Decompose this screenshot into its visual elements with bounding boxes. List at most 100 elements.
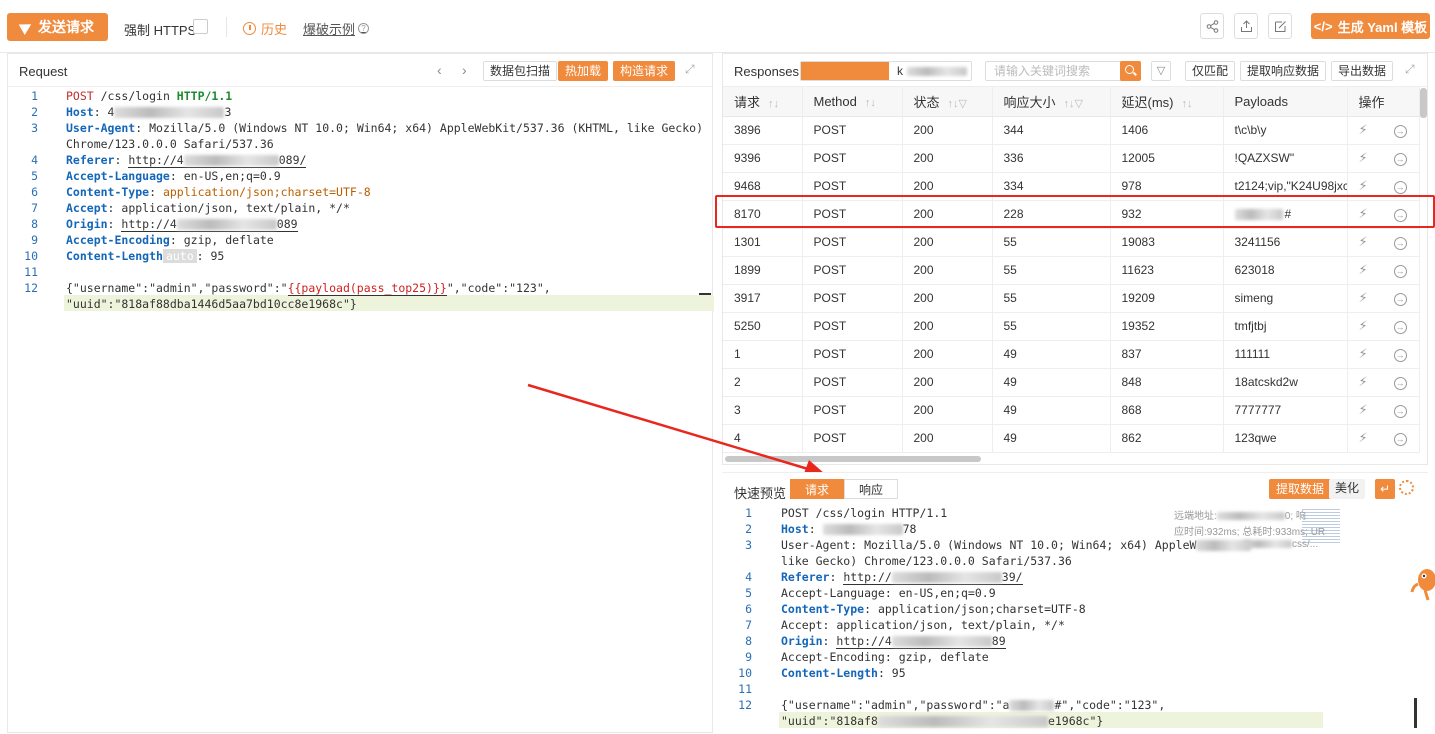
request-editor[interactable]: 1 POST /css/login HTTP/1.1 2 Host: 43 3 … — [8, 88, 708, 328]
filter-option-label: k — [897, 64, 903, 78]
table-row[interactable]: 1 POST 200 49 837 111111 ⚡ → — [723, 340, 1420, 369]
bolt-icon[interactable]: ⚡ — [1359, 150, 1368, 165]
cell-payload-text: 111111 — [1234, 347, 1271, 361]
filter-icon[interactable]: ▽ — [1151, 61, 1171, 81]
cell-status-text: 200 — [913, 235, 934, 249]
force-https-checkbox[interactable] — [193, 19, 208, 34]
arrow-right-circle-icon[interactable]: → — [1393, 237, 1407, 250]
cell-status-text: 200 — [913, 123, 934, 137]
cell-status: 200 — [902, 340, 993, 369]
bolt-icon[interactable]: ⚡ — [1359, 318, 1368, 333]
cell-method: POST — [802, 228, 903, 257]
search-icon[interactable] — [1120, 61, 1141, 81]
col-request[interactable]: 请求 ↑↓ — [723, 87, 803, 117]
send-request-button[interactable]: 发送请求 — [7, 13, 108, 41]
keyword-search-input[interactable]: 请输入关键词搜索 — [985, 61, 1138, 81]
tab-response[interactable]: 响应 — [844, 479, 898, 499]
col-latency[interactable]: 延迟(ms) ↑↓ — [1110, 87, 1224, 117]
filter-option-inactive[interactable]: k — [889, 62, 971, 80]
chevron-right-icon[interactable]: › — [462, 62, 467, 78]
export-button[interactable] — [1234, 13, 1258, 39]
table-row[interactable]: 1899 POST 200 55 11623 623018 ⚡ → — [723, 256, 1420, 285]
chevron-left-icon[interactable]: ‹ — [437, 62, 442, 78]
table-row[interactable]: 3917 POST 200 55 19209 simeng ⚡ → — [723, 284, 1420, 313]
arrow-right-circle-icon[interactable]: → — [1393, 433, 1407, 446]
bolt-icon[interactable]: ⚡ — [1359, 290, 1368, 305]
col-status[interactable]: 状态 ↑↓▽ — [902, 87, 993, 117]
cell-method: POST — [802, 424, 903, 453]
bolt-icon[interactable]: ⚡ — [1359, 374, 1368, 389]
expand-icon[interactable]: ⤢ — [685, 63, 697, 75]
tab-request[interactable]: 请求 — [790, 479, 844, 499]
bolt-icon[interactable]: ⚡ — [1359, 346, 1368, 361]
bolt-icon[interactable]: ⚡ — [1359, 234, 1368, 249]
beautify-button[interactable]: 美化 — [1329, 479, 1366, 499]
response-filter-toggle[interactable]: k — [800, 61, 972, 81]
horizontal-scrollbar[interactable] — [725, 456, 981, 462]
cell-status-text: 200 — [913, 431, 934, 445]
table-row[interactable]: 5250 POST 200 55 19352 tmfjtbj ⚡ → — [723, 312, 1420, 341]
bolt-icon[interactable]: ⚡ — [1359, 402, 1368, 417]
bolt-icon[interactable]: ⚡ — [1359, 262, 1368, 277]
arrow-right-circle-icon[interactable]: → — [1393, 153, 1407, 166]
export-data-button[interactable]: 导出数据 — [1331, 61, 1394, 81]
extract-response-button[interactable]: 提取响应数据 — [1240, 61, 1327, 81]
table-row[interactable]: 4 POST 200 49 862 123qwe ⚡ → — [723, 424, 1420, 453]
preview-editor[interactable]: 1 POST /css/login HTTP/1.1 2 Host: 78 3 … — [722, 505, 1302, 734]
cell-payload-text: t2124;vip,"K24U98jxc — [1234, 179, 1347, 193]
force-https-label: 强制 HTTPS — [124, 23, 197, 38]
cell-latency: 848 — [1110, 368, 1224, 397]
col-method[interactable]: Method ↑↓ — [802, 87, 903, 117]
arrow-right-circle-icon[interactable]: → — [1393, 405, 1407, 418]
hot-reload-button[interactable]: 热加载 — [558, 61, 609, 81]
edit-button[interactable] — [1268, 13, 1292, 39]
arrow-right-circle-icon[interactable]: → — [1393, 321, 1407, 334]
cell-method: POST — [802, 116, 903, 145]
cell-request-id: 1301 — [723, 228, 803, 257]
vertical-scrollbar[interactable] — [1420, 88, 1427, 118]
cell-status-text: 200 — [913, 403, 934, 417]
filter-option-active[interactable] — [801, 62, 889, 80]
cell-size-text: 49 — [1003, 403, 1017, 417]
scroll-marker[interactable] — [1414, 698, 1417, 728]
cell-request-id: 3896 — [723, 116, 803, 145]
table-row[interactable]: 1301 POST 200 55 19083 3241156 ⚡ → — [723, 228, 1420, 257]
arrow-right-circle-icon[interactable]: → — [1393, 293, 1407, 306]
col-size[interactable]: 响应大小 ↑↓▽ — [992, 87, 1111, 117]
arrow-right-circle-icon[interactable]: → — [1393, 349, 1407, 362]
bolt-icon[interactable]: ⚡ — [1359, 178, 1368, 193]
history-button[interactable]: 历史 — [243, 19, 287, 38]
wrap-toggle-button[interactable]: ↵ — [1375, 479, 1395, 499]
expand-icon[interactable]: ⤢ — [1405, 63, 1417, 75]
extract-data-button[interactable]: 提取数据 — [1269, 479, 1332, 499]
help-icon[interactable]: ? — [358, 23, 370, 34]
table-row[interactable]: 9396 POST 200 336 12005 !QAZXSW" ⚡ → — [723, 144, 1420, 173]
gear-icon[interactable] — [1399, 480, 1414, 495]
cell-payload: 623018 — [1223, 256, 1348, 285]
brute-example-link[interactable]: 爆破示例 ? — [303, 19, 370, 38]
generate-yaml-button[interactable]: </> 生成 Yaml 模板 — [1311, 13, 1430, 39]
cell-latency-text: 11623 — [1121, 263, 1154, 277]
share-button[interactable] — [1200, 13, 1224, 39]
cell-method-text: POST — [813, 403, 847, 417]
table-row[interactable]: 2 POST 200 49 848 18atcskd2w ⚡ → — [723, 368, 1420, 397]
arrow-right-circle-icon[interactable]: → — [1393, 181, 1407, 194]
bolt-icon[interactable]: ⚡ — [1359, 430, 1368, 445]
cell-size: 49 — [992, 340, 1111, 369]
packet-scan-button[interactable]: 数据包扫描 — [483, 61, 558, 81]
match-only-button[interactable]: 仅匹配 — [1185, 61, 1236, 81]
arrow-right-circle-icon[interactable]: → — [1393, 377, 1407, 390]
bolt-icon[interactable]: ⚡ — [1359, 122, 1368, 137]
arrow-right-circle-icon[interactable]: → — [1393, 125, 1407, 138]
arrow-right-circle-icon[interactable]: → — [1393, 265, 1407, 278]
col-payloads: Payloads — [1223, 87, 1348, 117]
send-request-label: 发送请求 — [38, 19, 94, 35]
table-row[interactable]: 3 POST 200 49 868 7777777 ⚡ → — [723, 396, 1420, 425]
share-icon — [1206, 19, 1218, 33]
cell-status-text: 200 — [913, 291, 934, 305]
construct-request-button[interactable]: 构造请求 — [613, 61, 676, 81]
cell-method-text: POST — [813, 123, 847, 137]
cell-size: 55 — [992, 228, 1111, 257]
cell-size-text: 49 — [1003, 347, 1017, 361]
table-row[interactable]: 3896 POST 200 344 1406 t\c\b\y ⚡ → — [723, 116, 1420, 145]
